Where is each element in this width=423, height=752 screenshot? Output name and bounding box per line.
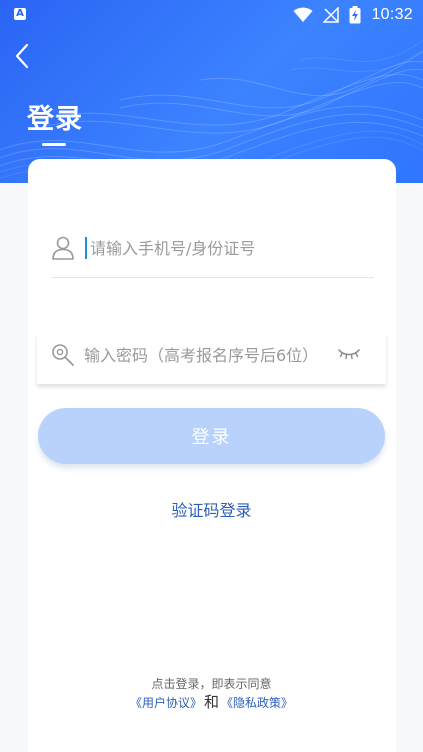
title-underline <box>42 143 66 146</box>
sms-code-login-link[interactable]: 验证码登录 <box>0 497 423 521</box>
status-bar: A 10:32 <box>0 0 423 30</box>
user-agreement-link[interactable]: 《用户协议》 <box>130 696 202 710</box>
key-search-icon <box>52 344 74 366</box>
privacy-policy-link[interactable]: 《隐私政策》 <box>221 696 293 710</box>
chevron-left-icon <box>15 43 29 69</box>
account-input[interactable] <box>85 237 370 259</box>
wifi-icon <box>293 7 313 22</box>
back-button[interactable] <box>12 42 36 70</box>
user-icon <box>52 236 74 260</box>
page-title: 登录 <box>27 104 83 135</box>
account-field <box>52 228 374 278</box>
eye-closed-icon[interactable] <box>338 346 360 360</box>
status-time: 10:32 <box>371 6 413 23</box>
and-text: 和 <box>203 693 219 711</box>
login-button[interactable]: 登录 <box>38 408 385 464</box>
battery-charging-icon <box>349 6 361 24</box>
agreement-notice: 点击登录，即表示同意 <box>151 677 272 691</box>
agreement-links: 《用户协议》和《隐私政策》 <box>0 691 423 712</box>
no-signal-icon <box>323 7 340 23</box>
password-field <box>37 333 386 384</box>
password-input[interactable] <box>84 344 334 366</box>
app-notification-icon: A <box>14 8 26 20</box>
